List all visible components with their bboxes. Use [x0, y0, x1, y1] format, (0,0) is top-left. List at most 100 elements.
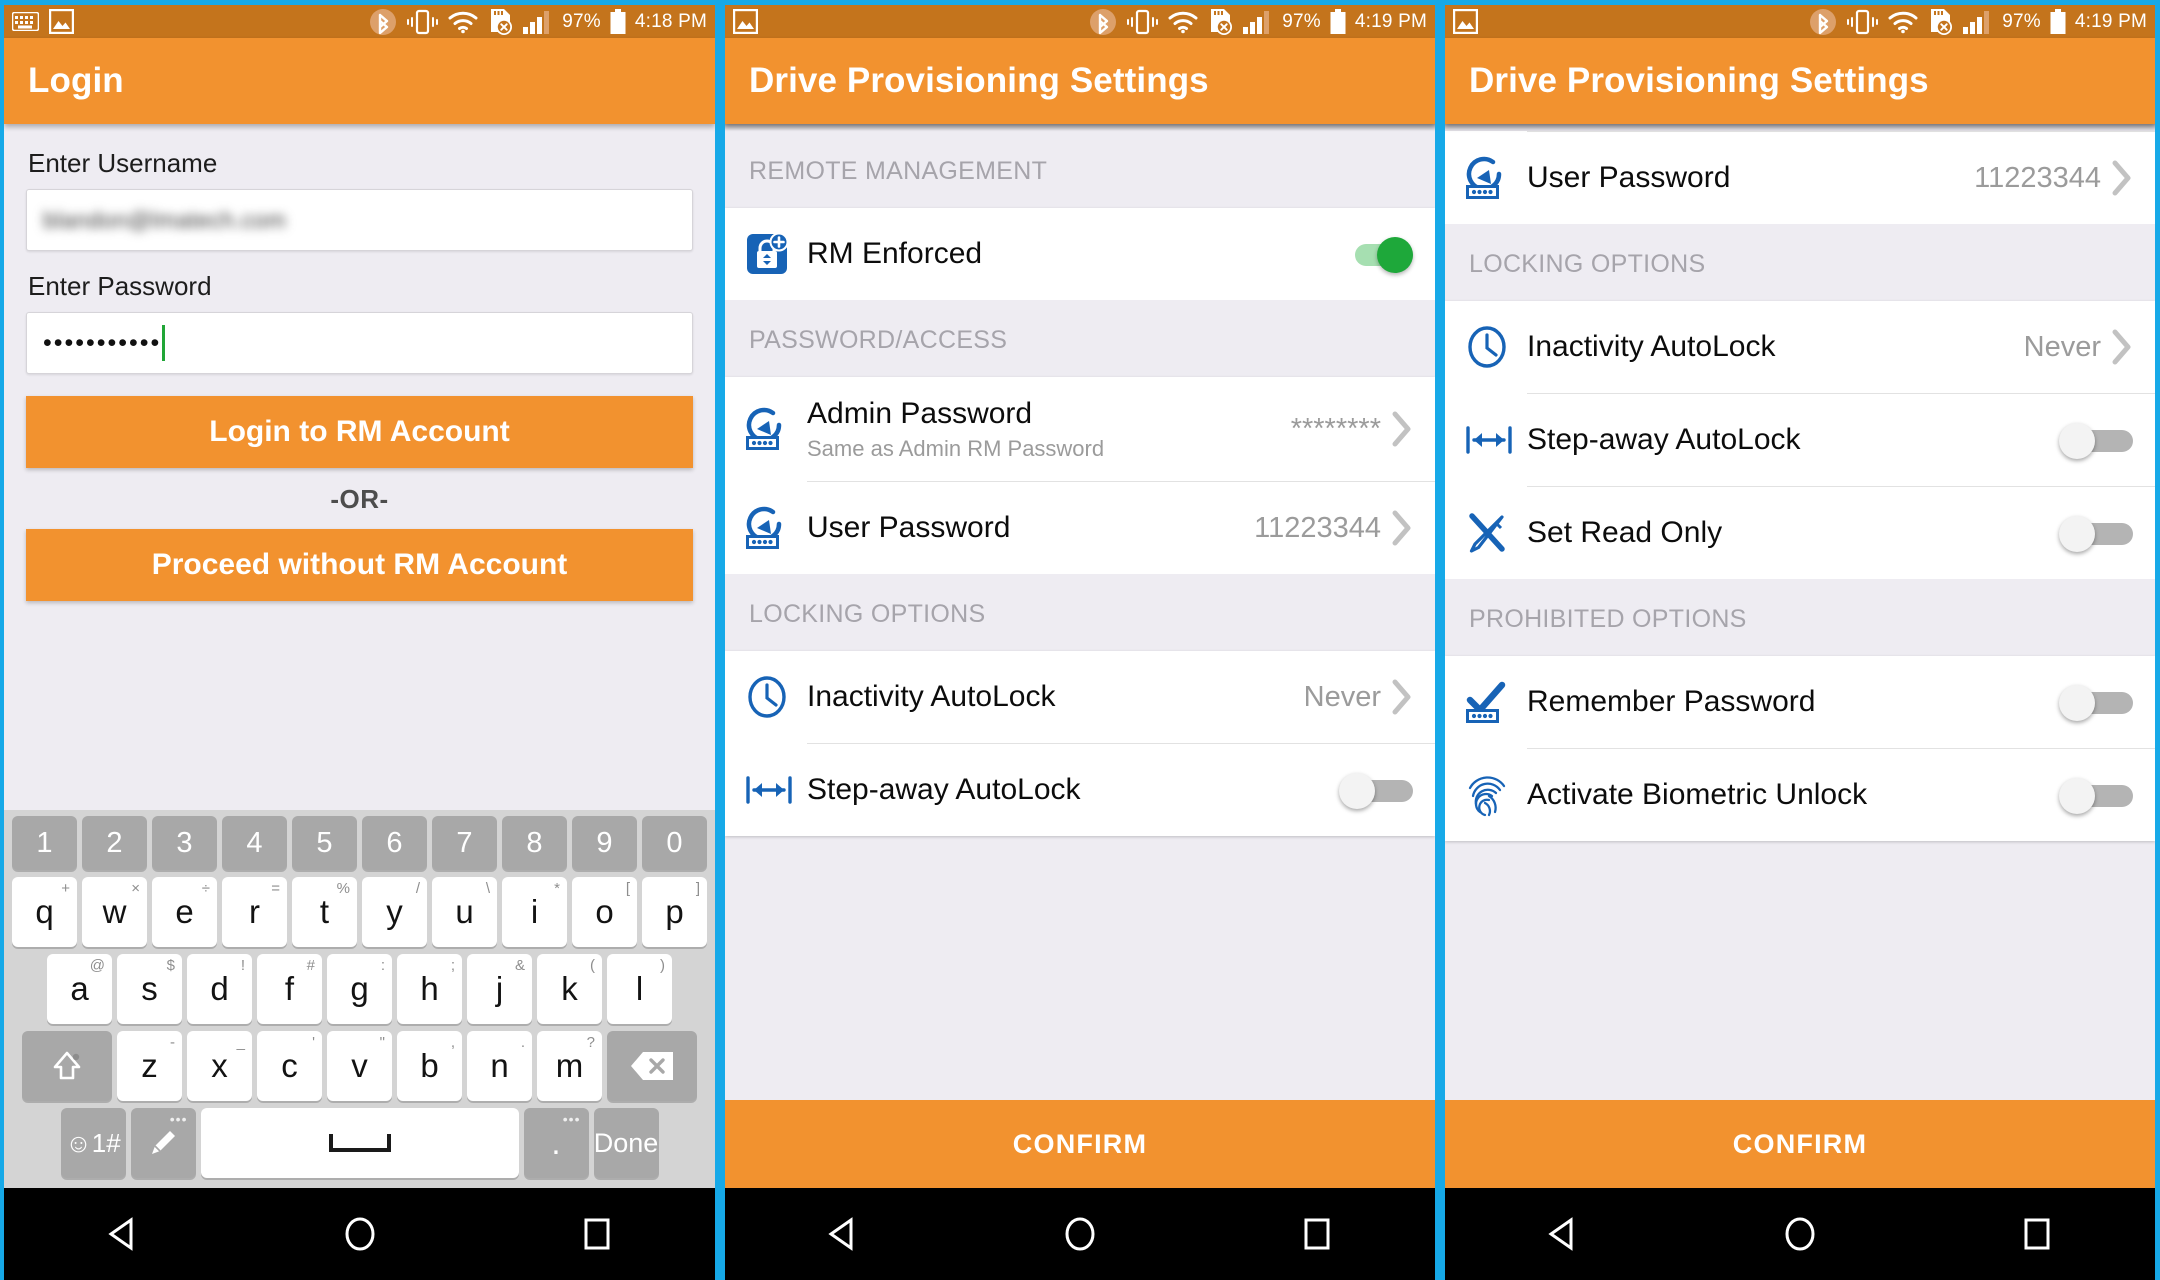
settings-row-inactivity-autolock[interactable]: Inactivity AutoLock Never: [1445, 301, 2155, 393]
key-e[interactable]: ÷ e: [152, 877, 217, 947]
home-circle-icon[interactable]: [1020, 1212, 1140, 1256]
key-2[interactable]: 2: [82, 816, 147, 870]
key-c[interactable]: ' c: [257, 1031, 322, 1101]
android-nav-bar[interactable]: [4, 1188, 715, 1280]
vibrate-icon: [1126, 9, 1159, 35]
password-label: Enter Password: [28, 271, 212, 301]
status-bar-panel1: 97% 4:18 PM: [4, 5, 715, 38]
key-0[interactable]: 0: [642, 816, 707, 870]
backspace-key[interactable]: [607, 1031, 697, 1101]
settings-row-admin-password[interactable]: Admin Password Same as Admin RM Password *…: [725, 377, 1435, 481]
settings-row-step-away-autolock[interactable]: Step-away AutoLock: [725, 744, 1435, 836]
settings-list-panel3[interactable]: User Password 11223344 LOCKING OPTIONS Inac…: [1445, 124, 2155, 1100]
home-circle-icon[interactable]: [1740, 1212, 1860, 1256]
key-l[interactable]: ) l: [607, 954, 672, 1024]
back-triangle-icon[interactable]: [783, 1212, 903, 1256]
key-label: 5: [316, 826, 333, 859]
key-b[interactable]: ,b: [397, 1031, 462, 1101]
section-header: PROHIBITED OPTIONS: [1445, 579, 2155, 656]
android-nav-bar[interactable]: [1445, 1188, 2155, 1280]
toggle-switch[interactable]: [2059, 778, 2133, 814]
confirm-button[interactable]: CONFIRM: [1445, 1100, 2155, 1188]
key-x[interactable]: _ x: [187, 1031, 252, 1101]
overflow-dots-icon: •••: [562, 1111, 581, 1127]
key-w[interactable]: × w: [82, 877, 147, 947]
back-triangle-icon[interactable]: [63, 1212, 183, 1256]
confirm-button[interactable]: CONFIRM: [725, 1100, 1435, 1188]
or-separator: -OR-: [330, 484, 389, 514]
key-alt-label: :: [380, 957, 385, 974]
key-a[interactable]: @ a: [47, 954, 112, 1024]
symbols-key[interactable]: ☺1#: [60, 1108, 126, 1178]
key-f[interactable]: # f: [257, 954, 322, 1024]
key-label: n: [490, 1047, 509, 1084]
on-screen-keyboard[interactable]: 1234567890 + q × w ÷ e = r% t / y \ u * i[o] p @ a $ s! d # f…: [4, 810, 715, 1188]
key-alt-label: ": [379, 1034, 385, 1051]
key-q[interactable]: + q: [12, 877, 77, 947]
login-to-rm-account-button[interactable]: Login to RM Account: [26, 396, 693, 468]
key-label: t: [319, 893, 330, 930]
toggle-switch[interactable]: [2059, 516, 2133, 552]
toggle-switch[interactable]: [1339, 773, 1413, 809]
back-triangle-icon[interactable]: [1503, 1212, 1623, 1256]
key-7[interactable]: 7: [432, 816, 497, 870]
read-only-icon: [1465, 511, 1527, 555]
toggle-switch[interactable]: [2059, 423, 2133, 459]
space-key[interactable]: [200, 1108, 519, 1178]
key-t[interactable]: % t: [292, 877, 357, 947]
key-label: 0: [666, 826, 683, 859]
settings-row-user-password[interactable]: User Password 11223344: [1445, 132, 2155, 224]
key-9[interactable]: 9: [572, 816, 637, 870]
key-m[interactable]: ? m: [537, 1031, 602, 1101]
settings-row-activate-biometric-unlock[interactable]: Activate Biometric Unlock: [1445, 749, 2155, 841]
recents-square-icon[interactable]: [537, 1212, 657, 1256]
key-o[interactable]: [o: [572, 877, 637, 947]
key-r[interactable]: = r: [222, 877, 287, 947]
key-5[interactable]: 5: [292, 816, 357, 870]
settings-row-remember-password[interactable]: Remember Password: [1445, 656, 2155, 748]
settings-row-step-away-autolock[interactable]: Step-away AutoLock: [1445, 394, 2155, 486]
key-6[interactable]: 6: [362, 816, 427, 870]
settings-list-panel2[interactable]: REMOTE MANAGEMENT RM Enforced PASSWORD/ACC…: [725, 124, 1435, 1100]
key-p[interactable]: ] p: [642, 877, 707, 947]
page-title: Drive Provisioning Settings: [749, 61, 1209, 100]
key-s[interactable]: $ s: [117, 954, 182, 1024]
key-z[interactable]: -z: [117, 1031, 182, 1101]
done-key[interactable]: Done: [593, 1108, 659, 1178]
key-v[interactable]: " v: [327, 1031, 392, 1101]
android-nav-bar[interactable]: [725, 1188, 1435, 1280]
pencil-key[interactable]: •••: [130, 1108, 196, 1178]
settings-row-rm-enforced[interactable]: RM Enforced: [725, 208, 1435, 300]
password-input[interactable]: •••••••••••: [26, 312, 693, 374]
key-h[interactable]: ; h: [397, 954, 462, 1024]
toggle-switch[interactable]: [1339, 237, 1413, 273]
key-d[interactable]: ! d: [187, 954, 252, 1024]
key-3[interactable]: 3: [152, 816, 217, 870]
keyboard-row-z: - z _ x ' c " v, b. n? m: [8, 1031, 711, 1101]
settings-row-user-password[interactable]: User Password 11223344: [725, 482, 1435, 574]
key-1[interactable]: 1: [12, 816, 77, 870]
key-j[interactable]: & j: [467, 954, 532, 1024]
key-u[interactable]: \ u: [432, 877, 497, 947]
key-i[interactable]: * i: [502, 877, 567, 947]
key-alt-label: (: [590, 957, 595, 974]
toggle-switch[interactable]: [2059, 685, 2133, 721]
settings-group: User Password 11223344: [1445, 131, 2155, 224]
key-n[interactable]: .n: [467, 1031, 532, 1101]
key-8[interactable]: 8: [502, 816, 567, 870]
key-y[interactable]: / y: [362, 877, 427, 947]
image-icon: [48, 8, 75, 35]
shift-key[interactable]: [22, 1031, 112, 1101]
period-key[interactable]: ••• .: [523, 1108, 589, 1178]
proceed-without-rm-account-button[interactable]: Proceed without RM Account: [26, 529, 693, 601]
recents-square-icon[interactable]: [1257, 1212, 1377, 1256]
key-g[interactable]: :g: [327, 954, 392, 1024]
row-text: User Password: [1527, 160, 1974, 195]
key-4[interactable]: 4: [222, 816, 287, 870]
recents-square-icon[interactable]: [1977, 1212, 2097, 1256]
key-k[interactable]: (k: [537, 954, 602, 1024]
username-input[interactable]: blandon@lmatech.com: [26, 189, 693, 251]
home-circle-icon[interactable]: [300, 1212, 420, 1256]
settings-row-set-read-only[interactable]: Set Read Only: [1445, 487, 2155, 579]
settings-row-inactivity-autolock[interactable]: Inactivity AutoLock Never: [725, 651, 1435, 743]
